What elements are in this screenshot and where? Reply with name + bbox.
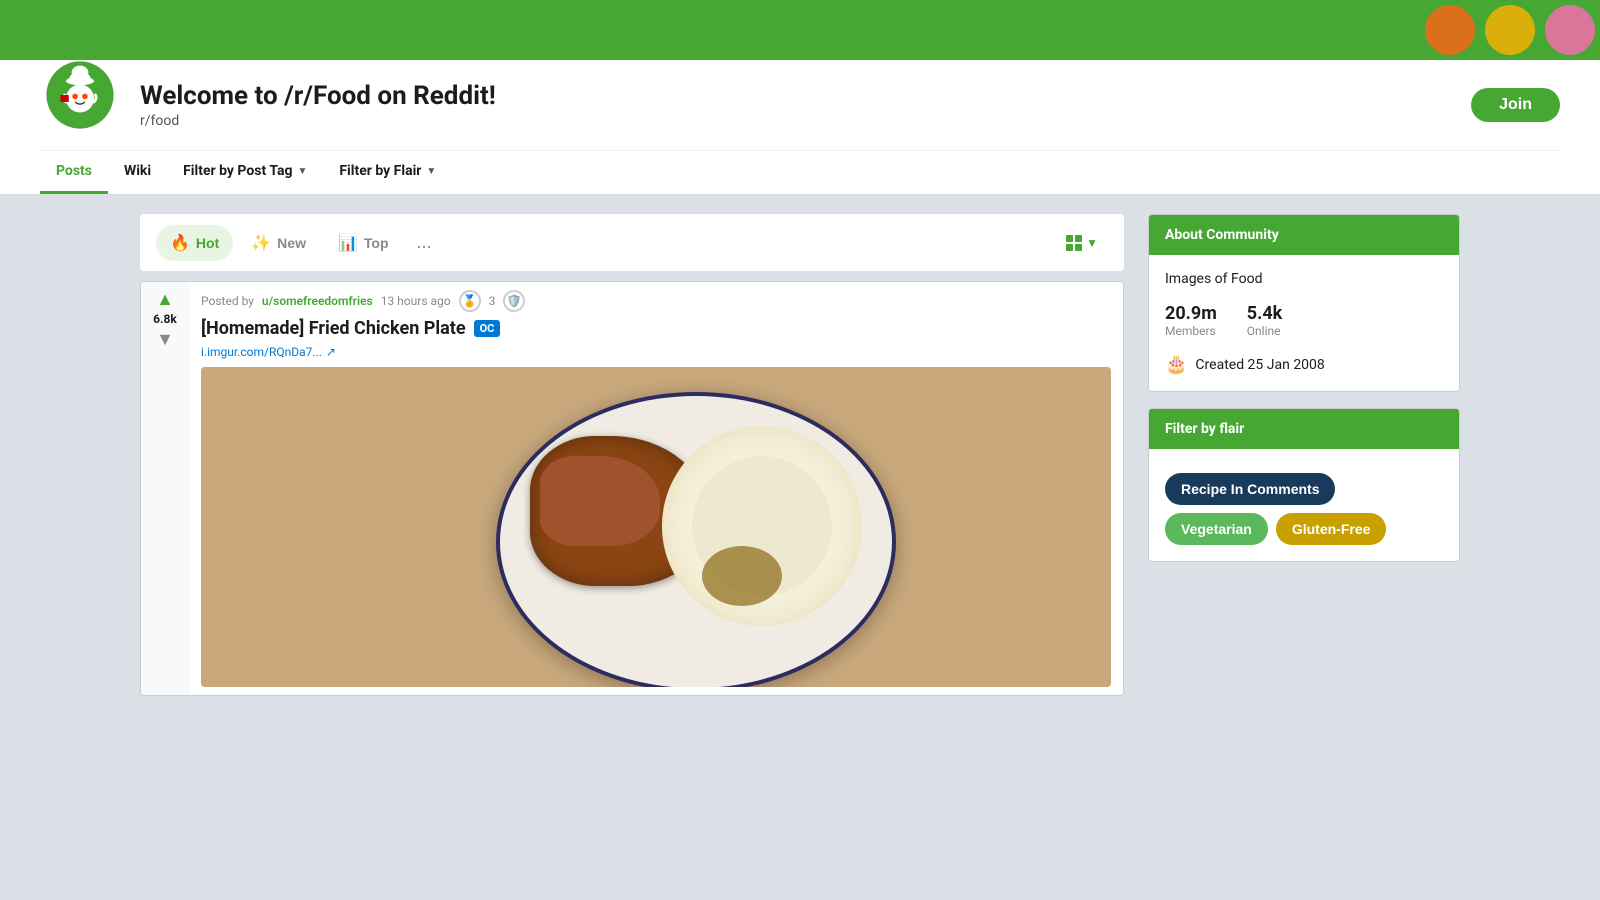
view-toggle-button[interactable]: ▼	[1056, 229, 1108, 257]
flair-tag-vegetarian[interactable]: Vegetarian	[1165, 513, 1268, 545]
subreddit-name: r/food	[140, 113, 1451, 129]
plate	[496, 392, 896, 687]
sort-new-button[interactable]: ✨ New	[237, 225, 320, 261]
sort-more-button[interactable]: ...	[407, 224, 442, 261]
online-value: 5.4k	[1247, 303, 1283, 324]
main-content: 🔥 Hot ✨ New 📊 Top ... ▼	[100, 194, 1500, 716]
filter-flair-arrow: ▼	[426, 166, 436, 177]
subreddit-title-area: Welcome to /r/Food on Reddit! r/food	[140, 81, 1451, 129]
nav-item-filter-tag[interactable]: Filter by Post Tag ▼	[167, 151, 323, 194]
cake-icon: 🎂	[1165, 354, 1187, 375]
sidebar: About Community Images of Food 20.9m Mem…	[1148, 214, 1460, 696]
filter-flair-body: Recipe In Comments Vegetarian Gluten-Fre…	[1149, 449, 1459, 561]
post-body: Posted by u/somefreedomfries 13 hours ag…	[189, 282, 1123, 695]
external-link-icon: ↗	[326, 345, 336, 359]
flair-tag-recipe-in-comments[interactable]: Recipe In Comments	[1165, 473, 1335, 505]
about-community-header: About Community	[1149, 215, 1459, 255]
top-icon: 📊	[338, 233, 358, 253]
banner	[0, 0, 1600, 60]
subreddit-nav: Posts Wiki Filter by Post Tag ▼ Filter b…	[40, 150, 1560, 194]
post-time: 13 hours ago	[381, 294, 451, 308]
gravy	[702, 546, 782, 606]
subreddit-avatar	[40, 55, 120, 135]
banner-decoration-3	[1545, 5, 1595, 55]
award-count: 3	[489, 294, 496, 308]
post-author[interactable]: u/somefreedomfries	[262, 294, 373, 308]
hot-icon: 🔥	[170, 233, 190, 253]
flair-tags-container: Recipe In Comments Vegetarian Gluten-Fre…	[1165, 473, 1443, 545]
members-value: 20.9m	[1165, 303, 1217, 324]
online-stat: 5.4k Online	[1247, 303, 1283, 338]
created-date: 🎂 Created 25 Jan 2008	[1165, 354, 1443, 375]
banner-decoration-1	[1425, 5, 1475, 55]
members-label: Members	[1165, 324, 1217, 338]
subreddit-title: Welcome to /r/Food on Reddit!	[140, 81, 1451, 111]
sort-bar: 🔥 Hot ✨ New 📊 Top ... ▼	[140, 214, 1124, 271]
view-chevron-icon: ▼	[1086, 236, 1098, 250]
subreddit-header-top: Welcome to /r/Food on Reddit! r/food Joi…	[40, 60, 1560, 145]
post-meta: Posted by u/somefreedomfries 13 hours ag…	[201, 290, 1111, 312]
posted-by-label: Posted by	[201, 294, 254, 308]
filter-flair-header: Filter by flair	[1149, 409, 1459, 449]
post-card: ▲ 6.8k ▼ Posted by u/somefreedomfries 13…	[140, 281, 1124, 696]
oc-badge: OC	[474, 320, 501, 337]
award-badge-1: 🏅	[459, 290, 481, 312]
nav-item-posts[interactable]: Posts	[40, 151, 108, 194]
downvote-button[interactable]: ▼	[156, 330, 174, 348]
about-community-card: About Community Images of Food 20.9m Mem…	[1148, 214, 1460, 392]
post-image[interactable]	[201, 367, 1111, 687]
subreddit-header: Welcome to /r/Food on Reddit! r/food Joi…	[0, 60, 1600, 194]
members-stat: 20.9m Members	[1165, 303, 1217, 338]
nav-item-filter-flair[interactable]: Filter by Flair ▼	[323, 151, 452, 194]
feed: 🔥 Hot ✨ New 📊 Top ... ▼	[140, 214, 1124, 696]
upvote-button[interactable]: ▲	[156, 290, 174, 308]
banner-decorations	[1420, 0, 1600, 60]
nav-item-wiki[interactable]: Wiki	[108, 151, 167, 194]
join-button[interactable]: Join	[1471, 88, 1560, 122]
sort-top-button[interactable]: 📊 Top	[324, 225, 403, 261]
new-icon: ✨	[251, 233, 271, 253]
mashed-potato	[662, 426, 862, 626]
filter-flair-card: Filter by flair Recipe In Comments Veget…	[1148, 408, 1460, 562]
about-community-body: Images of Food 20.9m Members 5.4k Online…	[1149, 255, 1459, 391]
created-date-text: Created 25 Jan 2008	[1195, 357, 1324, 373]
community-stats: 20.9m Members 5.4k Online	[1165, 303, 1443, 338]
banner-decoration-2	[1485, 5, 1535, 55]
online-label: Online	[1247, 324, 1283, 338]
vote-count: 6.8k	[153, 312, 177, 326]
vote-column: ▲ 6.8k ▼	[141, 282, 189, 695]
post-title: [Homemade] Fried Chicken Plate OC	[201, 318, 1111, 339]
community-description: Images of Food	[1165, 271, 1443, 287]
post-link[interactable]: i.imgur.com/RQnDa7... ↗	[201, 345, 1111, 359]
snoo-icon	[45, 60, 115, 130]
flair-tag-gluten-free[interactable]: Gluten-Free	[1276, 513, 1387, 545]
filter-tag-arrow: ▼	[297, 166, 307, 177]
award-badge-2: 🛡️	[503, 290, 525, 312]
sort-hot-button[interactable]: 🔥 Hot	[156, 225, 233, 261]
grid-view-icon	[1066, 235, 1082, 251]
